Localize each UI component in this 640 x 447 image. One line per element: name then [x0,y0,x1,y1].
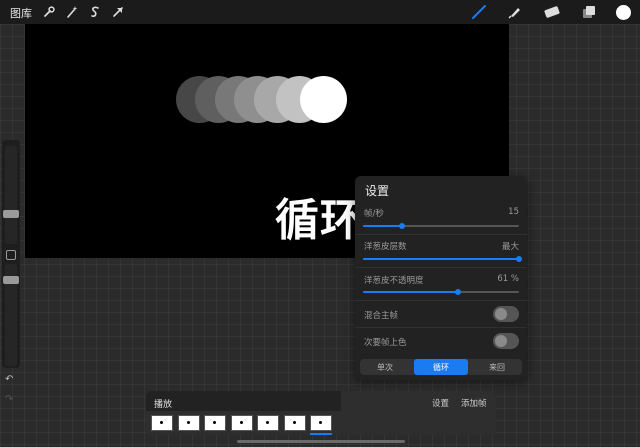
gallery-button[interactable]: 图库 [10,5,32,21]
timeline-frame[interactable] [310,415,332,431]
modify-square-icon[interactable] [6,250,16,260]
divider [355,327,527,328]
color-secondary-label: 次要帧上色 [364,338,407,348]
divider [355,267,527,268]
frame-thumbnail-dot [319,421,322,424]
redo-icon[interactable]: ↷ [5,394,13,405]
blend-primary-label: 混合主帧 [364,311,399,321]
divider [355,300,527,301]
color-swatch[interactable] [614,3,632,21]
onion-layers-value: 最大 [501,242,519,252]
fps-label: 帧/秒 [364,209,384,219]
mode-overlay-text: 循环 [275,195,365,246]
timeline-frame[interactable] [204,415,226,431]
color-secondary-toggle[interactable] [493,333,519,349]
timeline-frame[interactable] [151,415,173,431]
onion-opacity-label: 洋葱皮不透明度 [364,276,424,286]
brush-icon[interactable] [470,3,488,21]
undo-icon[interactable]: ↶ [5,374,13,385]
home-indicator [237,440,405,443]
onion-layers-slider[interactable] [363,256,522,262]
mode-loop-button[interactable]: 循环 [414,359,468,375]
frame-thumbnail-dot [186,421,190,424]
divider [355,234,527,235]
timeline-tab [146,391,341,411]
onion-opacity-value: 61 % [497,274,519,284]
timeline-frame[interactable] [230,415,253,431]
frame-thumbnail-dot [213,421,216,424]
current-frame-circle [300,76,347,123]
onion-layers-knob[interactable] [516,256,522,262]
opacity-slider[interactable] [3,264,19,366]
fps-value: 15 [508,207,519,217]
eraser-icon[interactable] [543,3,561,21]
onion-opacity-knob[interactable] [455,289,462,295]
fps-slider[interactable] [363,223,519,229]
layers-icon[interactable] [580,3,598,21]
left-sidebar [2,140,20,368]
blend-primary-toggle[interactable] [493,306,519,322]
selected-frame-indicator [310,433,332,435]
timeline-settings-button[interactable]: 设置 [432,397,449,409]
frame-thumbnail-dot [160,421,163,424]
playback-mode-control: 单次 循环 来回 [360,359,522,375]
panel-title: 设置 [365,184,390,198]
wrench-icon[interactable] [40,3,58,21]
timeline-frame[interactable] [283,415,306,431]
frame-thumbnail-dot [266,421,269,424]
fps-slider-knob[interactable] [399,223,405,229]
animation-settings-panel: 设置 帧/秒 15 洋葱皮层数 最大 洋葱皮不透明度 61 % 混合主帧 次要帧… [355,176,527,380]
play-button[interactable]: 播放 [154,397,172,410]
onion-layers-label: 洋葱皮层数 [364,242,407,252]
animation-timeline: 播放 设置 添加帧 [146,391,496,435]
opacity-thumb[interactable] [3,276,19,284]
add-frame-button[interactable]: 添加帧 [461,397,487,409]
brush-size-slider[interactable] [3,146,19,244]
onion-opacity-slider[interactable] [363,289,519,295]
brush-size-thumb[interactable] [3,210,19,218]
smudge-icon[interactable] [506,3,524,21]
frame-thumbnail-dot [239,421,243,424]
frame-thumbnail-dot [292,421,296,424]
timeline-frame[interactable] [257,415,279,431]
magic-wand-icon[interactable] [63,3,81,21]
arrow-icon[interactable] [109,3,127,21]
top-toolbar: 图库 [0,0,640,24]
selection-icon[interactable] [86,3,104,21]
mode-pingpong-button[interactable]: 来回 [472,359,522,375]
timeline-frame[interactable] [177,415,200,431]
mode-once-button[interactable]: 单次 [360,359,410,375]
